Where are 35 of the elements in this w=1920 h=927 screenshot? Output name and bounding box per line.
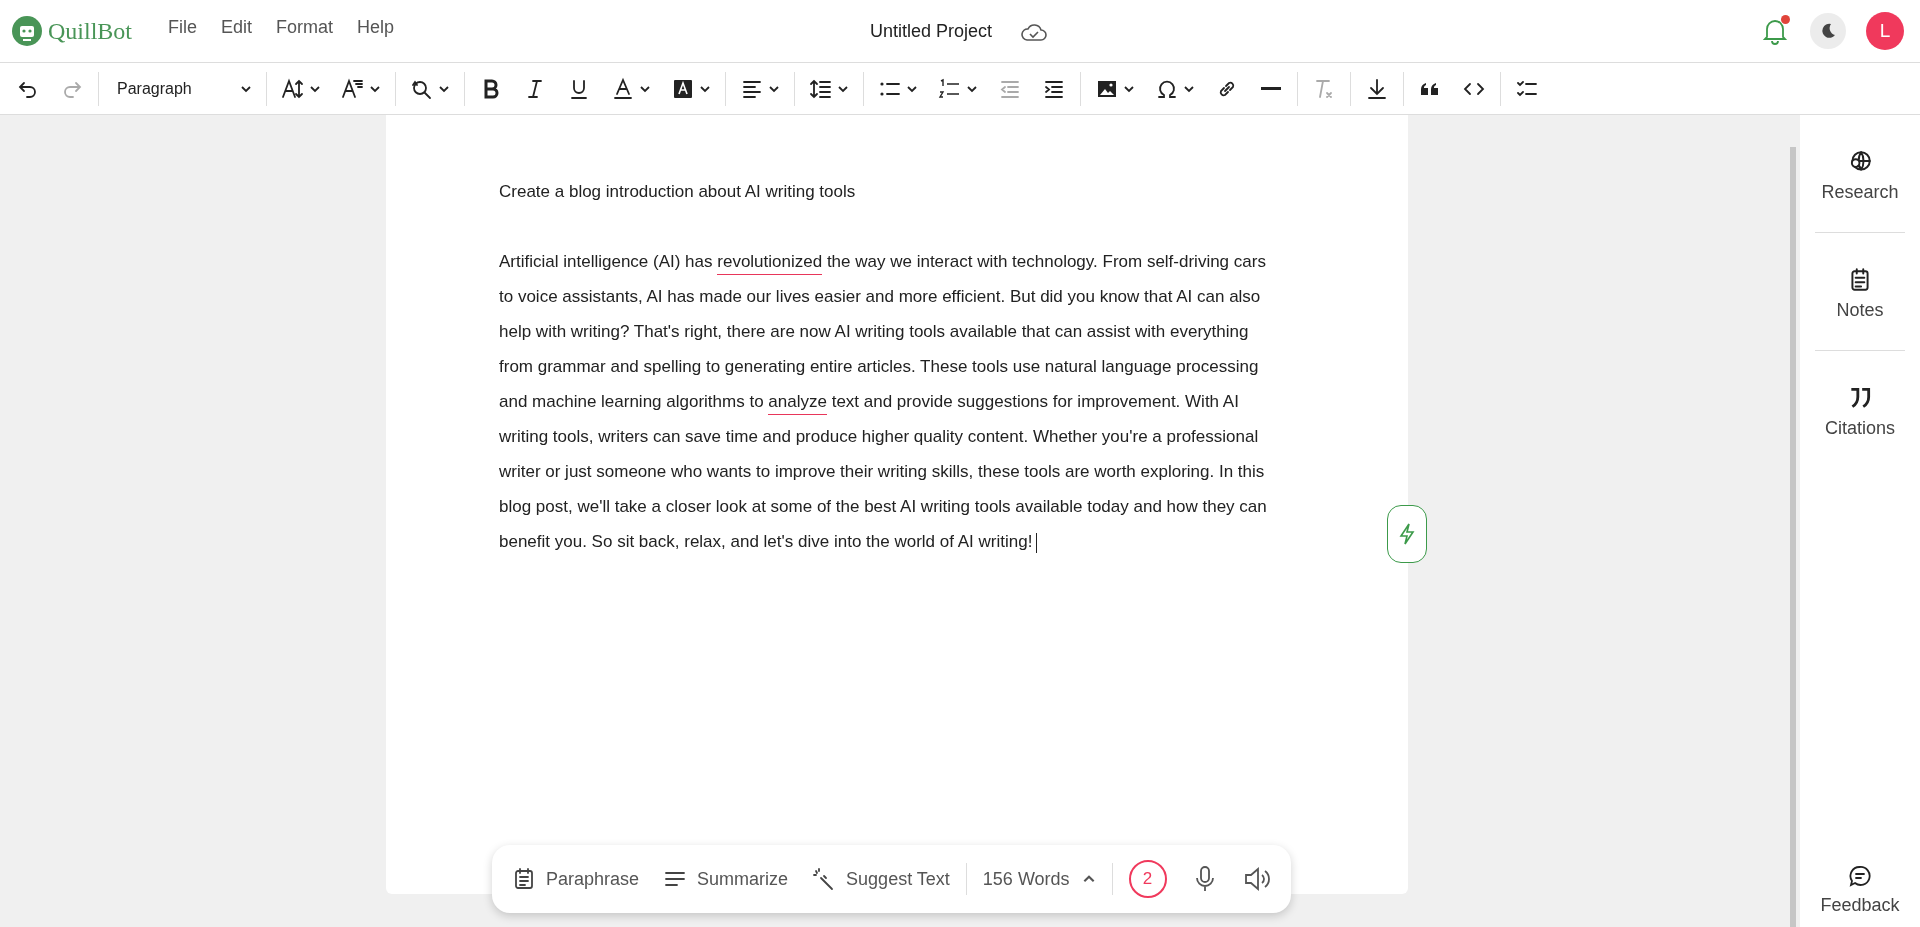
numbered-list-icon (938, 76, 962, 101)
cloud-saved-icon (1020, 21, 1049, 42)
project-title[interactable]: Untitled Project (870, 18, 993, 45)
scrollbar-thumb[interactable] (1790, 147, 1796, 927)
lightning-icon (1398, 522, 1416, 546)
lightning-button[interactable] (1387, 505, 1427, 563)
menu-item[interactable]: Help (357, 13, 395, 41)
download-icon (1365, 76, 1389, 101)
research-button[interactable]: Research (1815, 115, 1905, 233)
user-avatar[interactable]: L (1866, 12, 1904, 50)
moon-icon (1819, 22, 1837, 40)
document-paragraph: Artificial intelligence (AI) has revolutionized the way we interact with technology. From self-driving cars to voice assistants, AI has made our lives easier and more efficient. But did you know that AI can also help with writing? That's right, there are now AI writing tools available that can assist with everything from grammar and spelling to generating entire articles. These tools use natural language processing and machine learning algorithms to analyze text and provide suggestions for improvement. With AI writing tools, writers can save time and produce higher quality content. Whether you're a professional writer or just someone who wants to improve their writing skills, these tools are worth exploring. In this blog post, we'll take a closer look at some of the best AI writing tools available today and how they can benefit you. So sit back, relax, and let's dive into the world of AI writing! (499, 251, 1268, 555)
speaker-icon[interactable] (1242, 866, 1271, 892)
prompt-text: Create a blog introduction about AI writing tools (499, 181, 857, 203)
paraphrase-button[interactable]: Paraphrase (512, 865, 640, 893)
horizontal-line-icon (1259, 87, 1283, 90)
notes-button[interactable]: Notes (1815, 233, 1905, 351)
feedback-button[interactable]: Feedback (1820, 864, 1900, 919)
logo-text[interactable]: QuillBot (48, 13, 132, 49)
menu-item[interactable]: Format (276, 13, 334, 41)
chat-bubble-icon (1848, 864, 1872, 888)
paragraph-style-dropdown[interactable]: Paragraph (105, 70, 260, 107)
text-color-icon (611, 76, 635, 101)
microphone-icon[interactable] (1194, 865, 1215, 893)
citations-button[interactable]: Citations (1815, 351, 1905, 468)
paraphrase-icon (512, 867, 536, 891)
menu-item[interactable]: File (168, 13, 198, 41)
dark-mode-toggle[interactable] (1810, 13, 1846, 49)
summarize-button[interactable]: Summarize (663, 865, 789, 893)
bell-icon[interactable] (1762, 17, 1788, 45)
suggest-button[interactable]: Suggest Text (812, 865, 950, 893)
word-count-button[interactable]: 156 Words (982, 865, 1096, 893)
logo-icon (12, 16, 42, 46)
issues-count[interactable]: 2 (1128, 860, 1167, 898)
menu-item[interactable]: Edit (221, 13, 253, 41)
